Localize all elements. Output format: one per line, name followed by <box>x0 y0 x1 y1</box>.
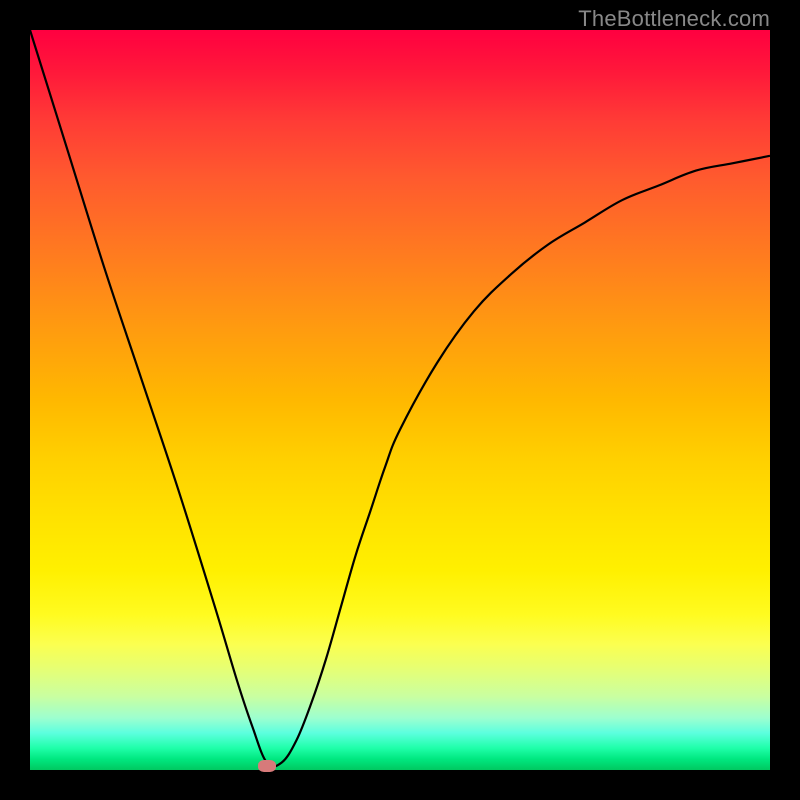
minimum-marker <box>258 760 276 772</box>
chart-frame: TheBottleneck.com <box>0 0 800 800</box>
watermark-text: TheBottleneck.com <box>578 6 770 32</box>
chart-plot-area <box>30 30 770 770</box>
bottleneck-curve <box>30 30 770 770</box>
curve-path <box>30 30 770 767</box>
